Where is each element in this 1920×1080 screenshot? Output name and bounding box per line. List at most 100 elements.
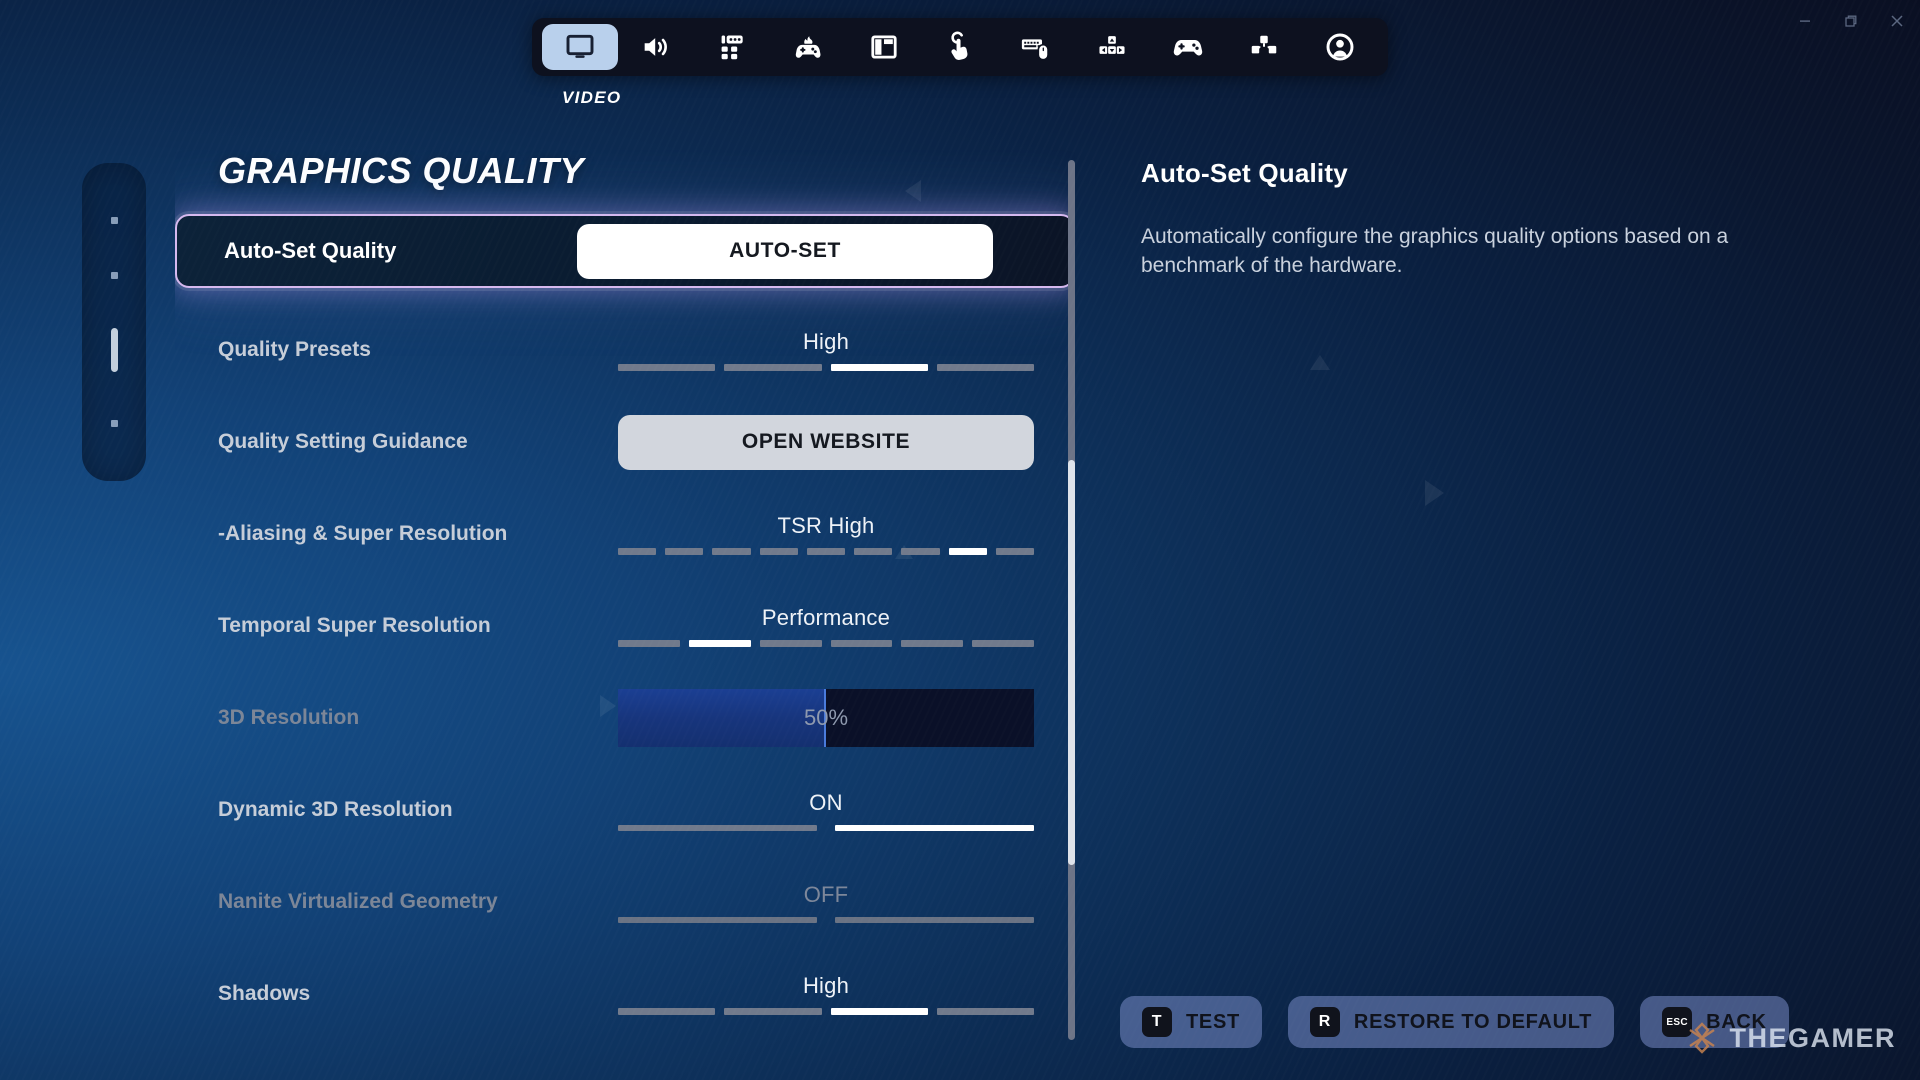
slider-segment[interactable] (618, 548, 657, 555)
setting-row[interactable]: Nanite Virtualized Geometry OFF (175, 856, 1075, 948)
tab-controls[interactable] (1074, 24, 1150, 70)
accessibility-icon (721, 35, 743, 60)
setting-row[interactable]: Dynamic 3D Resolution ON (175, 764, 1075, 856)
decorative-triangle (1425, 480, 1444, 506)
setting-control[interactable]: AUTO-SET (577, 223, 993, 279)
setting-action-button[interactable]: OPEN WEBSITE (618, 414, 1034, 470)
tab-keyboard-mouse[interactable] (998, 24, 1074, 70)
setting-control[interactable]: Performance (618, 605, 1034, 647)
setting-row[interactable]: Quality Setting Guidance OPEN WEBSITE (175, 396, 1075, 488)
restore-to-default-button[interactable]: R RESTORE TO DEFAULT (1287, 996, 1615, 1048)
slider-segment[interactable] (901, 640, 964, 647)
tab-audio[interactable] (618, 24, 694, 70)
info-title: Auto-Set Quality (1141, 158, 1348, 188)
tab-game[interactable] (770, 24, 846, 70)
setting-row[interactable]: Auto-Set Quality AUTO-SET (175, 214, 1075, 288)
slider-segment[interactable] (830, 640, 893, 647)
slider-segment[interactable] (936, 364, 1034, 371)
key-hint: R (1309, 1007, 1340, 1037)
maximize-button[interactable] (1828, 6, 1874, 36)
setting-segmented-slider[interactable] (618, 1008, 1034, 1015)
window-controls (1782, 0, 1920, 42)
slider-segment[interactable] (665, 548, 704, 555)
slider-segment[interactable] (759, 640, 822, 647)
slider-segment[interactable] (688, 640, 751, 647)
setting-control[interactable]: 50% (618, 689, 1034, 747)
gamepad-icon (1173, 39, 1203, 56)
brightness-layout-icon (1251, 35, 1277, 54)
settings-list: GRAPHICS QUALITY Auto-Set Quality AUTO-SE… (175, 150, 1075, 1080)
setting-label: Nanite Virtualized Geometry (218, 890, 498, 913)
slider-segment[interactable] (618, 1008, 716, 1015)
slider-segment[interactable] (618, 916, 817, 923)
action-button-label: RESTORE TO DEFAULT (1353, 1010, 1593, 1033)
tab-hud[interactable] (846, 24, 922, 70)
tab-touch[interactable] (922, 24, 998, 70)
setting-segmented-slider[interactable] (618, 640, 1034, 647)
settings-scrollbar-thumb[interactable] (1068, 460, 1075, 865)
slider-segment[interactable] (830, 1008, 928, 1015)
section-rail-dot[interactable] (110, 217, 118, 225)
setting-control[interactable]: OFF (618, 882, 1034, 923)
gamepad-settings-icon (795, 36, 821, 58)
decorative-triangle (1310, 355, 1330, 370)
tab-accessibility[interactable] (694, 24, 770, 70)
slider-segment[interactable] (759, 548, 798, 555)
setting-control[interactable]: TSR High (618, 513, 1034, 555)
slider-segment[interactable] (835, 824, 1034, 831)
slider-segment[interactable] (901, 548, 940, 555)
slider-segment[interactable] (948, 548, 987, 555)
settings-scrollbar-track[interactable] (1068, 160, 1075, 1040)
key-hint: T (1142, 1007, 1172, 1037)
slider-segment[interactable] (835, 916, 1034, 923)
setting-toggle[interactable] (618, 824, 1034, 831)
setting-label: -Aliasing & Super Resolution (218, 522, 508, 545)
setting-toggle[interactable] (618, 916, 1034, 923)
slider-segment[interactable] (724, 364, 822, 371)
tab-video[interactable] (542, 24, 618, 70)
tab-account[interactable] (1302, 24, 1378, 70)
setting-segmented-slider[interactable] (618, 364, 1034, 371)
close-icon (1891, 15, 1903, 27)
slider-segment[interactable] (806, 548, 846, 555)
setting-segmented-slider[interactable] (618, 548, 1034, 555)
monitor-icon (566, 34, 594, 58)
setting-row[interactable]: Quality Presets High (175, 304, 1075, 396)
setting-row[interactable]: Shadows High (175, 948, 1075, 1040)
section-rail-dot[interactable] (110, 272, 118, 280)
test-button[interactable]: T TEST (1120, 996, 1262, 1048)
info-description: Automatically configure the graphics qua… (1141, 225, 1729, 277)
close-button[interactable] (1874, 6, 1920, 36)
setting-action-button[interactable]: AUTO-SET (577, 223, 993, 279)
tab-controller[interactable] (1150, 24, 1226, 70)
slider-segment[interactable] (830, 364, 928, 371)
setting-control[interactable]: High (618, 973, 1034, 1015)
slider-segment[interactable] (936, 1008, 1034, 1015)
setting-label: Quality Setting Guidance (218, 430, 468, 453)
setting-progress-slider[interactable]: 50% (618, 689, 1034, 747)
setting-control[interactable]: High (618, 329, 1034, 371)
slider-segment[interactable] (724, 1008, 822, 1015)
page-title: GRAPHICS QUALITY (218, 150, 585, 191)
slider-segment[interactable] (618, 824, 817, 831)
setting-value: Performance (761, 605, 891, 630)
setting-row[interactable]: Temporal Super Resolution Performance (175, 580, 1075, 672)
setting-row[interactable]: -Aliasing & Super Resolution TSR High (175, 488, 1075, 580)
slider-segment[interactable] (618, 640, 680, 647)
section-nav-rail[interactable] (82, 163, 146, 481)
setting-control[interactable]: ON (618, 790, 1034, 831)
setting-control[interactable]: OPEN WEBSITE (618, 414, 1034, 470)
slider-segment[interactable] (995, 548, 1034, 555)
tab-interface[interactable] (1226, 24, 1302, 70)
slider-segment[interactable] (854, 548, 893, 555)
slider-segment[interactable] (712, 548, 751, 555)
section-rail-dot-active[interactable] (110, 327, 118, 372)
setting-value: ON (809, 789, 843, 815)
slider-segment[interactable] (618, 364, 716, 371)
watermark-text: THEGAMER (1729, 1022, 1896, 1053)
slider-segment[interactable] (972, 640, 1034, 647)
minimize-button[interactable] (1782, 6, 1828, 36)
setting-label: Auto-Set Quality (224, 238, 397, 263)
setting-row[interactable]: 3D Resolution 50% (175, 672, 1075, 764)
section-rail-dot[interactable] (110, 419, 118, 427)
